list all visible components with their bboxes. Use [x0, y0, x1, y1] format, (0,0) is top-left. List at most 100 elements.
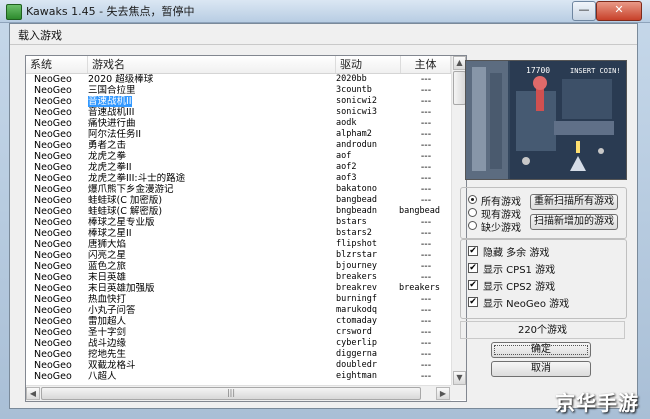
- row-driver: eightman: [336, 371, 377, 381]
- row-driver: bakatono: [336, 184, 377, 194]
- table-row[interactable]: NeoGeo 棒球之星II bstars2 ---: [26, 228, 451, 239]
- row-parent: ---: [420, 162, 432, 173]
- row-name: 2020 超级棒球: [88, 74, 154, 85]
- row-driver: bngbeadn: [336, 206, 377, 216]
- row-parent: ---: [420, 360, 432, 371]
- cancel-button[interactable]: 取消: [491, 361, 591, 377]
- scroll-left-icon[interactable]: ◀: [26, 387, 40, 400]
- radio-missing-games-label[interactable]: 缺少游戏: [481, 219, 521, 234]
- row-name: 圣十字剑: [88, 327, 127, 338]
- table-row[interactable]: NeoGeo 圣十字剑 crsword ---: [26, 327, 451, 338]
- row-name: 战斗边缘: [88, 338, 127, 349]
- row-parent: ---: [420, 338, 432, 349]
- scan-new-button[interactable]: 扫描新增加的游戏: [530, 214, 618, 230]
- row-name: 双截龙格斗: [88, 360, 136, 371]
- table-row[interactable]: NeoGeo 末日英雄 breakers ---: [26, 272, 451, 283]
- table-row[interactable]: NeoGeo 龙虎之拳III:斗士的路途 aof3 ---: [26, 173, 451, 184]
- row-driver: alpham2: [336, 129, 372, 139]
- row-parent: breakers: [399, 283, 440, 293]
- title-bar[interactable]: Kawaks 1.45 - 失去焦点，暂停中 — ✕: [0, 0, 650, 23]
- row-name: 挖地先生: [88, 349, 127, 360]
- table-row[interactable]: NeoGeo 小丸子问答 marukodq ---: [26, 305, 451, 316]
- row-system: NeoGeo: [34, 85, 72, 96]
- row-name: 爆爪熊下乡金漫游记: [88, 184, 174, 195]
- radio-all-games[interactable]: [468, 195, 477, 204]
- radio-missing-games[interactable]: [468, 221, 477, 230]
- minimize-button[interactable]: —: [572, 1, 596, 21]
- column-header-system[interactable]: 系统: [26, 56, 88, 73]
- row-name: 热血快打: [88, 294, 127, 305]
- ok-button[interactable]: 确定: [491, 342, 591, 358]
- table-row[interactable]: NeoGeo 音速战机III sonicwi3 ---: [26, 107, 451, 118]
- table-row[interactable]: NeoGeo 战斗边缘 cyberlip ---: [26, 338, 451, 349]
- checkbox-show-cps1[interactable]: ✔: [468, 263, 478, 273]
- table-row[interactable]: NeoGeo 闪亮之星 blzrstar ---: [26, 250, 451, 261]
- row-system: NeoGeo: [34, 107, 72, 118]
- table-row[interactable]: NeoGeo 末日英雄加强版 breakrev breakers: [26, 283, 451, 294]
- table-row[interactable]: NeoGeo 2020 超级棒球 2020bb ---: [26, 74, 451, 85]
- table-row[interactable]: NeoGeo 阿尔法任务II alpham2 ---: [26, 129, 451, 140]
- close-button[interactable]: ✕: [596, 1, 642, 21]
- row-system: NeoGeo: [34, 327, 72, 338]
- table-row[interactable]: NeoGeo 八超人 eightman ---: [26, 371, 451, 382]
- table-row[interactable]: NeoGeo 棒球之星专业版 bstars ---: [26, 217, 451, 228]
- game-list[interactable]: 系统 游戏名 驱动 主体 NeoGeo 2020 超级棒球 2020bb --- Neo…: [25, 55, 467, 402]
- checkbox-hide-extra[interactable]: ✔: [468, 246, 478, 256]
- scroll-down-icon[interactable]: ▼: [453, 371, 466, 385]
- row-driver: aof3: [336, 173, 357, 183]
- row-name: 小丸子问答: [88, 305, 136, 316]
- table-row[interactable]: NeoGeo 挖地先生 diggerna ---: [26, 349, 451, 360]
- game-preview-image: 17700 INSERT COIN!: [465, 60, 627, 180]
- checkbox-show-cps2-label[interactable]: 显示 CPS2 游戏: [483, 278, 555, 293]
- row-name: 勇者之击: [88, 140, 127, 151]
- horizontal-scrollbar[interactable]: ◀ ||| ▶: [26, 385, 451, 401]
- table-row[interactable]: NeoGeo 蛙蛙球(C 解密版) bngbeadn bangbead: [26, 206, 451, 217]
- row-parent: ---: [420, 129, 432, 140]
- table-row[interactable]: NeoGeo 雷加超人 ctomaday ---: [26, 316, 451, 327]
- row-driver: 3countb: [336, 85, 372, 95]
- row-system: NeoGeo: [34, 195, 72, 206]
- row-name: 三国合拉里: [88, 85, 136, 96]
- column-header-parent[interactable]: 主体: [401, 56, 451, 73]
- dialog-title-bar: 载入游戏: [10, 24, 637, 45]
- row-system: NeoGeo: [34, 338, 72, 349]
- table-row[interactable]: NeoGeo 蛙蛙球(C 加密版) bangbead ---: [26, 195, 451, 206]
- checkbox-show-neogeo-label[interactable]: 显示 NeoGeo 游戏: [483, 295, 569, 310]
- column-header-name[interactable]: 游戏名: [88, 56, 336, 73]
- list-header: 系统 游戏名 驱动 主体: [26, 56, 451, 74]
- rescan-all-button[interactable]: 重新扫描所有游戏: [530, 194, 618, 210]
- row-driver: aodk: [336, 118, 357, 128]
- row-name: 龙虎之拳: [88, 151, 127, 162]
- scroll-right-icon[interactable]: ▶: [436, 387, 450, 400]
- row-name: 八超人: [88, 371, 117, 382]
- table-row[interactable]: NeoGeo 热血快打 burningf ---: [26, 294, 451, 305]
- checkbox-hide-extra-label[interactable]: 隐藏 多余 游戏: [483, 244, 549, 259]
- checkbox-show-cps1-label[interactable]: 显示 CPS1 游戏: [483, 261, 555, 276]
- row-name: 音速战机III: [88, 107, 135, 118]
- row-name: 痛快进行曲: [88, 118, 136, 129]
- checkbox-show-neogeo[interactable]: ✔: [468, 297, 478, 307]
- table-row[interactable]: NeoGeo 龙虎之拳 aof ---: [26, 151, 451, 162]
- radio-current-games[interactable]: [468, 208, 477, 217]
- table-row[interactable]: NeoGeo 爆爪熊下乡金漫游记 bakatono ---: [26, 184, 451, 195]
- table-row[interactable]: NeoGeo 三国合拉里 3countb ---: [26, 85, 451, 96]
- row-parent: ---: [420, 85, 432, 96]
- row-system: NeoGeo: [34, 349, 72, 360]
- table-row[interactable]: NeoGeo 双截龙格斗 doubledr ---: [26, 360, 451, 371]
- row-system: NeoGeo: [34, 217, 72, 228]
- row-driver: bstars2: [336, 228, 372, 238]
- row-name: 音速战机II: [88, 96, 328, 107]
- row-name: 蓝色之旅: [88, 261, 127, 272]
- table-row[interactable]: NeoGeo 蓝色之旅 bjourney ---: [26, 261, 451, 272]
- row-parent: ---: [420, 96, 432, 107]
- table-row[interactable]: NeoGeo 龙虎之拳II aof2 ---: [26, 162, 451, 173]
- row-name: 龙虎之拳III:斗士的路途: [88, 173, 186, 184]
- table-row[interactable]: NeoGeo 痛快进行曲 aodk ---: [26, 118, 451, 129]
- table-row[interactable]: NeoGeo 唐狮大焰 flipshot ---: [26, 239, 451, 250]
- column-header-driver[interactable]: 驱动: [336, 56, 401, 73]
- table-row[interactable]: NeoGeo 音速战机II sonicwi2 ---: [26, 96, 451, 107]
- table-row[interactable]: NeoGeo 勇者之击 androdun ---: [26, 140, 451, 151]
- row-driver: ctomaday: [336, 316, 377, 326]
- horizontal-scroll-thumb[interactable]: |||: [41, 387, 421, 400]
- checkbox-show-cps2[interactable]: ✔: [468, 280, 478, 290]
